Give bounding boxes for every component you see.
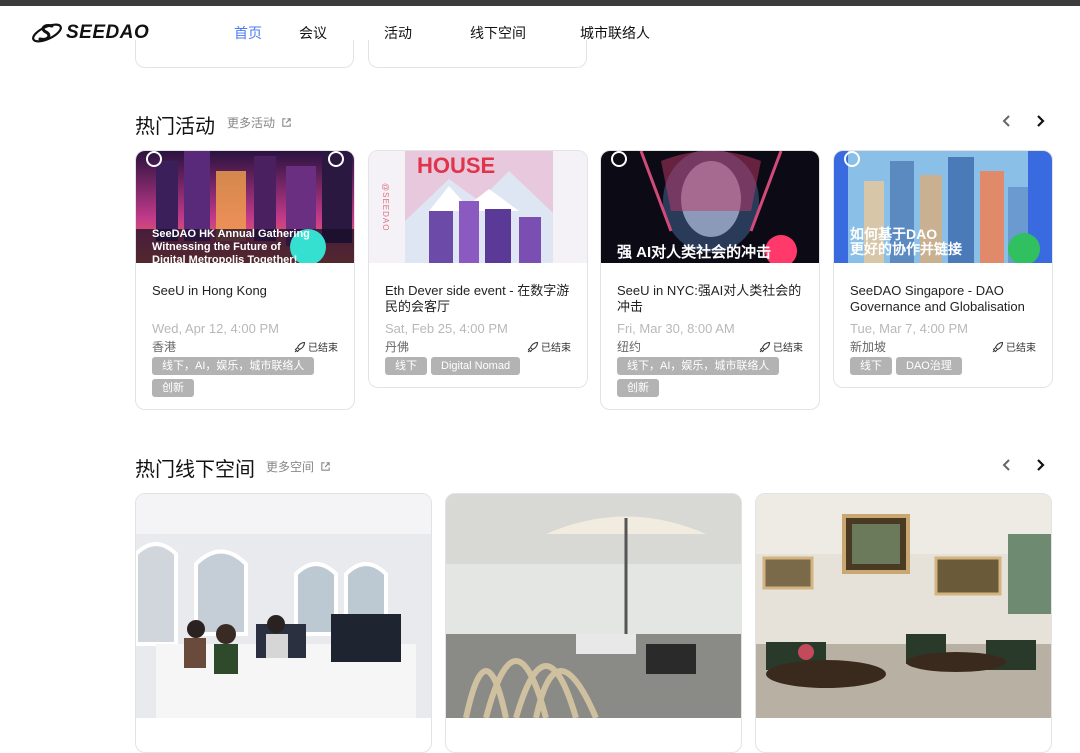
event-tag[interactable]: 线下 bbox=[385, 357, 427, 375]
rocket-icon bbox=[294, 341, 306, 352]
poster-text: Witnessing the Future of bbox=[152, 241, 281, 253]
event-title[interactable]: SeeU in Hong Kong bbox=[152, 283, 338, 315]
event-title[interactable]: SeeU in NYC:强AI对人类社会的冲击 bbox=[617, 283, 803, 315]
previous-card[interactable] bbox=[135, 40, 354, 68]
event-tags: 线下 DAO治理 bbox=[850, 357, 1036, 375]
previous-card[interactable] bbox=[368, 40, 587, 68]
space-photo-cafe bbox=[756, 494, 1051, 718]
space-card[interactable] bbox=[755, 493, 1052, 753]
event-card[interactable]: HOUSE @SEEDAO Eth Dever side event - 在数字… bbox=[368, 150, 588, 388]
rocket-icon bbox=[992, 341, 1004, 352]
event-date: Fri, Mar 30, 8:00 AM bbox=[617, 321, 735, 336]
poster-text: 如何基于DAO bbox=[850, 226, 938, 242]
space-photo-coworking bbox=[136, 494, 431, 718]
poster-text: HOUSE bbox=[417, 153, 496, 178]
spaces-prev-arrow-icon[interactable] bbox=[998, 456, 1016, 474]
poster-text: @SEEDAO bbox=[381, 183, 390, 232]
poster-text: SeeDAO HK Annual Gathering bbox=[152, 228, 310, 240]
event-date: Tue, Mar 7, 4:00 PM bbox=[850, 321, 969, 336]
site-logo[interactable]: SEEDAO bbox=[30, 20, 149, 46]
rocket-icon bbox=[759, 341, 771, 352]
event-status: 已结束 bbox=[759, 339, 803, 354]
events-next-arrow-icon[interactable] bbox=[1031, 112, 1049, 130]
more-events-link[interactable]: 更多活动 bbox=[227, 114, 292, 131]
event-tag[interactable]: 线下，AI，娱乐，城市联络人 bbox=[617, 357, 780, 375]
rocket-icon bbox=[527, 341, 539, 352]
event-tags: 线下 Digital Nomad bbox=[385, 357, 571, 375]
external-link-icon bbox=[321, 462, 330, 471]
seedao-logo-icon bbox=[32, 23, 62, 43]
external-link-icon bbox=[282, 118, 291, 127]
event-date: Wed, Apr 12, 4:00 PM bbox=[152, 321, 279, 336]
more-spaces-link[interactable]: 更多空间 bbox=[266, 458, 331, 475]
space-card[interactable] bbox=[445, 493, 742, 753]
event-status: 已结束 bbox=[992, 339, 1036, 354]
event-tag[interactable]: DAO治理 bbox=[896, 357, 962, 375]
space-photo-image bbox=[756, 494, 1051, 718]
space-card[interactable] bbox=[135, 493, 432, 753]
event-tag[interactable]: 线下，AI，娱乐，城市联络人 bbox=[152, 357, 315, 375]
event-status-label: 已结束 bbox=[308, 343, 338, 354]
event-card[interactable]: 强 AI对人类社会的冲击 SeeU in NYC:强AI对人类社会的冲击 Fri… bbox=[600, 150, 820, 410]
space-photo-image bbox=[136, 494, 431, 718]
spaces-next-arrow-icon[interactable] bbox=[1031, 456, 1049, 474]
space-photo-courtyard bbox=[446, 494, 741, 718]
event-status-label: 已结束 bbox=[541, 343, 571, 354]
event-card[interactable]: 如何基于DAO 更好的协作并链接 SeeDAO Singapore - DAO … bbox=[833, 150, 1053, 388]
event-tag[interactable]: 创新 bbox=[617, 379, 659, 397]
event-poster-hk: SeeDAO HK Annual Gathering Witnessing th… bbox=[136, 151, 354, 263]
event-status: 已结束 bbox=[294, 339, 338, 354]
event-status: 已结束 bbox=[527, 339, 571, 354]
event-status-label: 已结束 bbox=[773, 343, 803, 354]
event-card[interactable]: SeeDAO HK Annual Gathering Witnessing th… bbox=[135, 150, 355, 410]
event-status-label: 已结束 bbox=[1006, 343, 1036, 354]
event-poster-singapore: 如何基于DAO 更好的协作并链接 bbox=[834, 151, 1052, 263]
event-title[interactable]: SeeDAO Singapore - DAO Governance and Gl… bbox=[850, 283, 1036, 315]
events-section-title: 热门活动 bbox=[135, 116, 215, 138]
event-location: 丹佛 bbox=[385, 340, 410, 354]
event-title[interactable]: Eth Dever side event - 在数字游民的会客厅 bbox=[385, 283, 571, 315]
event-date: Sat, Feb 25, 4:00 PM bbox=[385, 321, 508, 336]
event-tag[interactable]: Digital Nomad bbox=[431, 357, 521, 375]
poster-text: 强 AI对人类社会的冲击 bbox=[617, 244, 772, 261]
event-poster-denver: HOUSE @SEEDAO bbox=[369, 151, 587, 263]
event-location: 新加坡 bbox=[850, 340, 887, 354]
event-location: 纽约 bbox=[617, 340, 642, 354]
events-prev-arrow-icon[interactable] bbox=[998, 112, 1016, 130]
poster-text: Digital Metropolis Together! bbox=[152, 254, 298, 263]
nav-city-contacts[interactable]: 城市联络人 bbox=[580, 23, 650, 43]
more-spaces-label: 更多空间 bbox=[266, 460, 315, 474]
event-tags: 线下，AI，娱乐，城市联络人 创新 bbox=[152, 357, 338, 397]
event-tag[interactable]: 线下 bbox=[850, 357, 892, 375]
space-photo-image bbox=[446, 494, 741, 718]
spaces-section-title: 热门线下空间 bbox=[135, 459, 255, 481]
poster-text: 更好的协作并链接 bbox=[850, 241, 962, 257]
event-tag[interactable]: 创新 bbox=[152, 379, 194, 397]
event-location: 香港 bbox=[152, 340, 177, 354]
more-events-label: 更多活动 bbox=[227, 116, 276, 130]
event-poster-nyc: 强 AI对人类社会的冲击 bbox=[601, 151, 819, 263]
event-tags: 线下，AI，娱乐，城市联络人 创新 bbox=[617, 357, 803, 397]
